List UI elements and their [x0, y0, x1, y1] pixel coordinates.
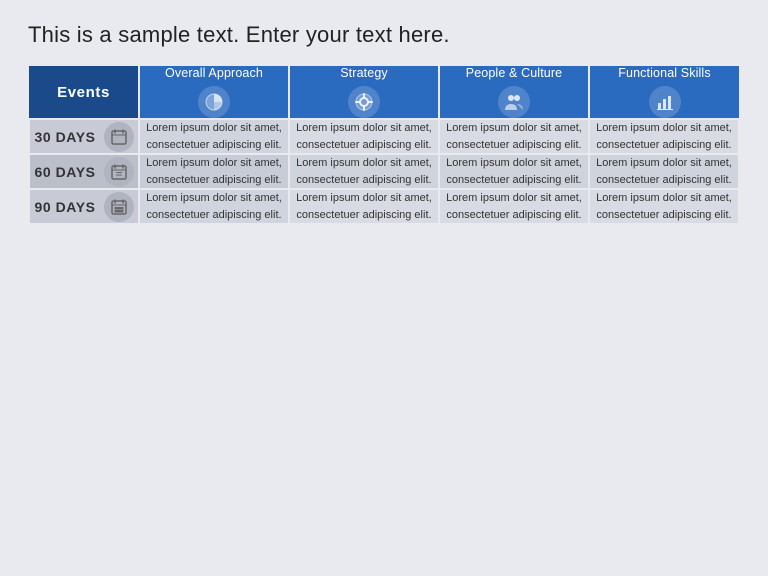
table-row-60days: 60 DAYS	[29, 154, 739, 189]
row-30-icon	[104, 122, 134, 152]
table-row-30days: 30 DAYS Lorem ipsum dolor sit amet, c	[29, 119, 739, 154]
page-wrapper: This is a sample text. Enter your text h…	[0, 0, 768, 576]
cell-60-functional: Lorem ipsum dolor sit amet, consectetuer…	[589, 154, 739, 189]
col-title-strategy: Strategy	[290, 66, 438, 80]
cell-30-overall: Lorem ipsum dolor sit amet, consectetuer…	[139, 119, 289, 154]
functional-skills-icon	[649, 86, 681, 118]
row-60-icon	[104, 157, 134, 187]
col-header-people: People & Culture	[439, 66, 589, 119]
cell-30-people: Lorem ipsum dolor sit amet, consectetuer…	[439, 119, 589, 154]
row-30-text: 30 DAYS	[35, 129, 96, 145]
cell-30-strategy: Lorem ipsum dolor sit amet, consectetuer…	[289, 119, 439, 154]
col-title-functional: Functional Skills	[590, 66, 739, 80]
overall-approach-icon	[198, 86, 230, 118]
row-label-30: 30 DAYS	[29, 119, 139, 154]
cell-90-people: Lorem ipsum dolor sit amet, consectetuer…	[439, 189, 589, 224]
col-header-functional: Functional Skills	[589, 66, 739, 119]
col-title-people: People & Culture	[440, 66, 588, 80]
table-row-90days: 90 DAYS	[29, 189, 739, 224]
people-group-icon	[504, 93, 524, 111]
col-header-overall: Overall Approach	[139, 66, 289, 119]
header-row: Events Overall Approach Strategy	[29, 66, 739, 119]
cell-30-functional: Lorem ipsum dolor sit amet, consectetuer…	[589, 119, 739, 154]
page-title: This is a sample text. Enter your text h…	[28, 22, 740, 48]
cell-90-functional: Lorem ipsum dolor sit amet, consectetuer…	[589, 189, 739, 224]
col-title-overall: Overall Approach	[140, 66, 288, 80]
row-label-90: 90 DAYS	[29, 189, 139, 224]
gear-icon	[355, 93, 373, 111]
main-table: Events Overall Approach Strategy	[28, 66, 740, 225]
cell-60-strategy: Lorem ipsum dolor sit amet, consectetuer…	[289, 154, 439, 189]
row-label-60: 60 DAYS	[29, 154, 139, 189]
cell-60-people: Lorem ipsum dolor sit amet, consectetuer…	[439, 154, 589, 189]
col-header-strategy: Strategy	[289, 66, 439, 119]
cell-60-overall: Lorem ipsum dolor sit amet, consectetuer…	[139, 154, 289, 189]
people-icon	[498, 86, 530, 118]
cell-90-overall: Lorem ipsum dolor sit amet, consectetuer…	[139, 189, 289, 224]
strategy-icon	[348, 86, 380, 118]
table-body: 30 DAYS Lorem ipsum dolor sit amet, c	[29, 119, 739, 224]
row-90-icon	[104, 192, 134, 222]
row-60-text: 60 DAYS	[35, 164, 96, 180]
cell-90-strategy: Lorem ipsum dolor sit amet, consectetuer…	[289, 189, 439, 224]
row-90-text: 90 DAYS	[35, 199, 96, 215]
pie-chart-icon	[205, 93, 223, 111]
events-header: Events	[29, 66, 139, 119]
bar-chart-icon	[656, 93, 674, 111]
